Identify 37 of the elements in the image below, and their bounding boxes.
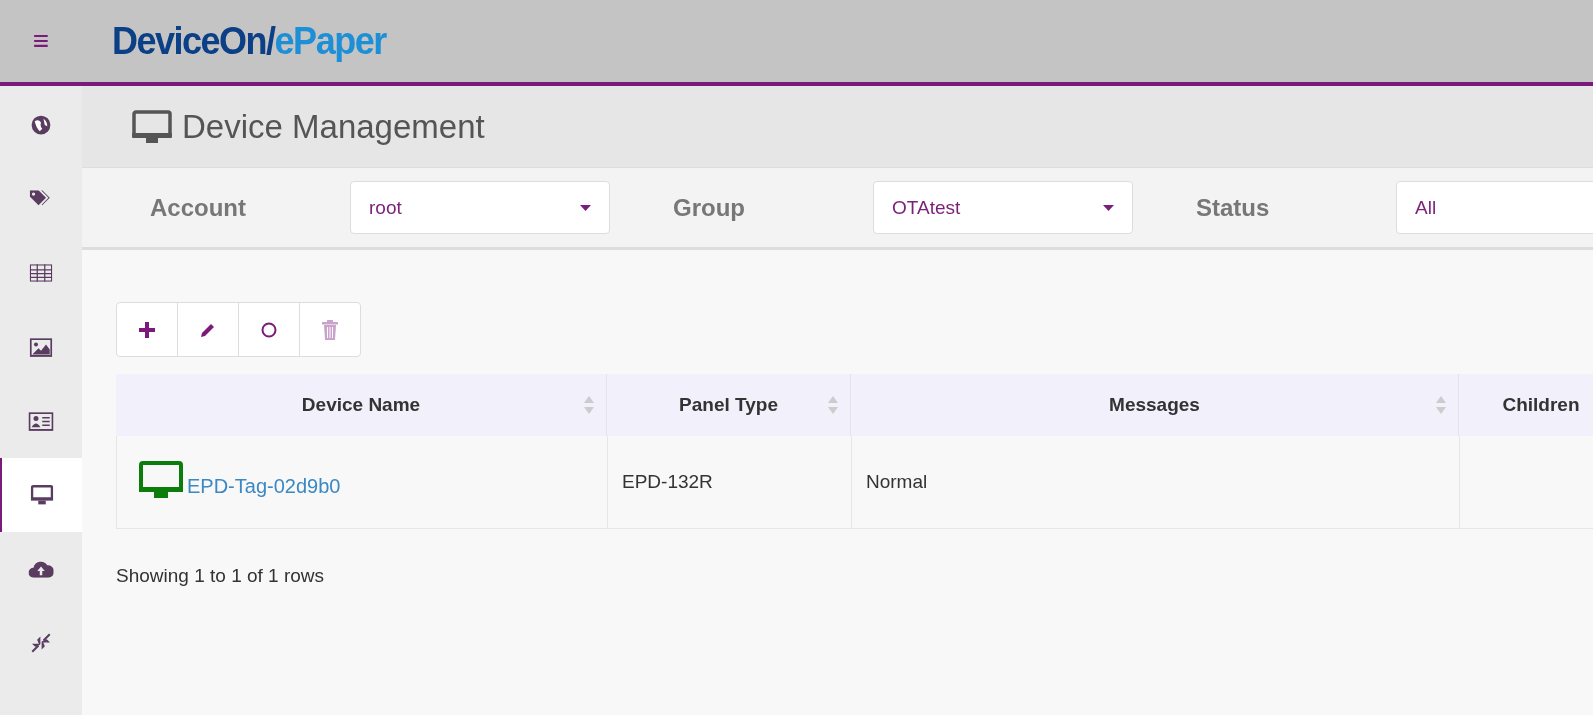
filter-label: Status <box>1196 193 1271 222</box>
sort-icon <box>584 396 594 414</box>
filter-select[interactable]: All <box>1396 181 1593 234</box>
table-cell: EPD-132R <box>608 436 852 528</box>
sidebar-item[interactable] <box>0 458 82 532</box>
caret-icon <box>580 204 591 211</box>
add-button[interactable] <box>116 302 178 357</box>
id-card-icon <box>28 411 54 431</box>
cloud-upload-icon <box>28 560 54 578</box>
filter-label: Group <box>673 193 746 222</box>
table-cell: Normal <box>852 436 1460 528</box>
pencil-icon <box>200 321 216 338</box>
caret-icon <box>1103 204 1114 211</box>
tags-icon <box>29 190 53 208</box>
image-icon <box>29 337 53 357</box>
pagination-info: Showing 1 to 1 of 1 rows <box>116 565 326 587</box>
app-logo: DeviceOn/ePaper <box>112 17 386 65</box>
page-title: Device Management <box>182 107 485 146</box>
circle-icon <box>261 321 277 338</box>
column-header[interactable]: Messages <box>851 374 1459 436</box>
column-header[interactable]: Panel Type <box>607 374 851 436</box>
column-header[interactable]: Device Name <box>116 374 607 436</box>
filter-select[interactable]: root <box>350 181 610 234</box>
monitor-icon <box>132 109 172 144</box>
compress-icon <box>31 633 51 653</box>
sort-icon <box>828 396 838 414</box>
menu-button[interactable]: ≡ <box>0 25 82 57</box>
table-icon <box>29 264 53 282</box>
sort-icon <box>1436 396 1446 414</box>
trash-icon <box>322 319 338 340</box>
device-link[interactable]: EPD-Tag-02d9b0 <box>187 474 341 498</box>
filter-label: Account <box>150 193 247 222</box>
circle-button[interactable] <box>238 302 300 357</box>
filter-select[interactable]: OTAtest <box>873 181 1133 234</box>
plus-icon <box>138 320 156 339</box>
monitor-icon <box>30 485 54 505</box>
column-header[interactable]: Children <box>1459 374 1593 436</box>
